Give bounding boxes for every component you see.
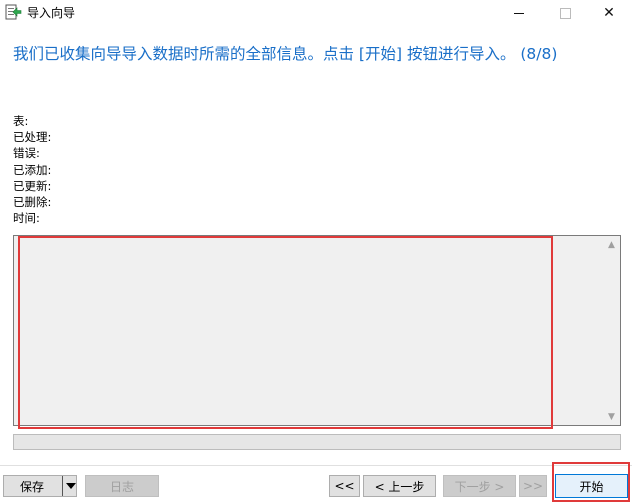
maximize-icon [559, 7, 571, 19]
title-bar: 导入向导 ✕ [0, 0, 632, 26]
log-scrollbar[interactable]: ▲ ▼ [603, 236, 620, 425]
stat-deleted-label: 已删除: [13, 194, 52, 209]
stat-errors-label: 错误: [13, 146, 40, 161]
stat-time-label: 时间: [13, 211, 40, 226]
scroll-down-icon[interactable]: ▼ [603, 408, 620, 425]
stat-updated-label: 已更新: [13, 178, 52, 193]
save-button-label: 保存 [20, 479, 45, 494]
save-button[interactable]: 保存 [3, 475, 77, 497]
first-step-button[interactable]: << [329, 475, 360, 497]
close-icon: ✕ [603, 5, 615, 21]
start-button[interactable]: 开始 [555, 474, 628, 498]
last-step-button[interactable]: >> [519, 475, 547, 497]
stat-processed-label: 已处理: [13, 130, 52, 145]
chevron-down-icon [66, 483, 76, 489]
footer-divider [0, 465, 632, 466]
step-instruction: 我们已收集向导导入数据时所需的全部信息。点击 [开始] 按钮进行导入。 (8/8… [13, 45, 558, 63]
save-dropdown-button[interactable] [62, 476, 79, 496]
stat-added-label: 已添加: [13, 162, 52, 177]
scroll-up-icon[interactable]: ▲ [603, 236, 620, 253]
previous-step-button[interactable]: < 上一步 [363, 475, 436, 497]
log-button[interactable]: 日志 [85, 475, 159, 497]
next-step-button[interactable]: 下一步 > [443, 475, 516, 497]
import-log-textarea[interactable]: ▲ ▼ [13, 235, 621, 426]
maximize-button[interactable] [542, 0, 588, 26]
close-button[interactable]: ✕ [586, 0, 632, 26]
stat-tables-label: 表: [13, 114, 29, 128]
import-wizard-icon [5, 4, 22, 20]
window-title: 导入向导 [27, 6, 76, 20]
import-progress-bar [13, 434, 621, 450]
import-stats: 表: 已处理: 错误: 已添加: 已更新: 已删除: 时间: [13, 113, 51, 226]
minimize-button[interactable] [496, 0, 542, 26]
minimize-icon [514, 12, 524, 14]
